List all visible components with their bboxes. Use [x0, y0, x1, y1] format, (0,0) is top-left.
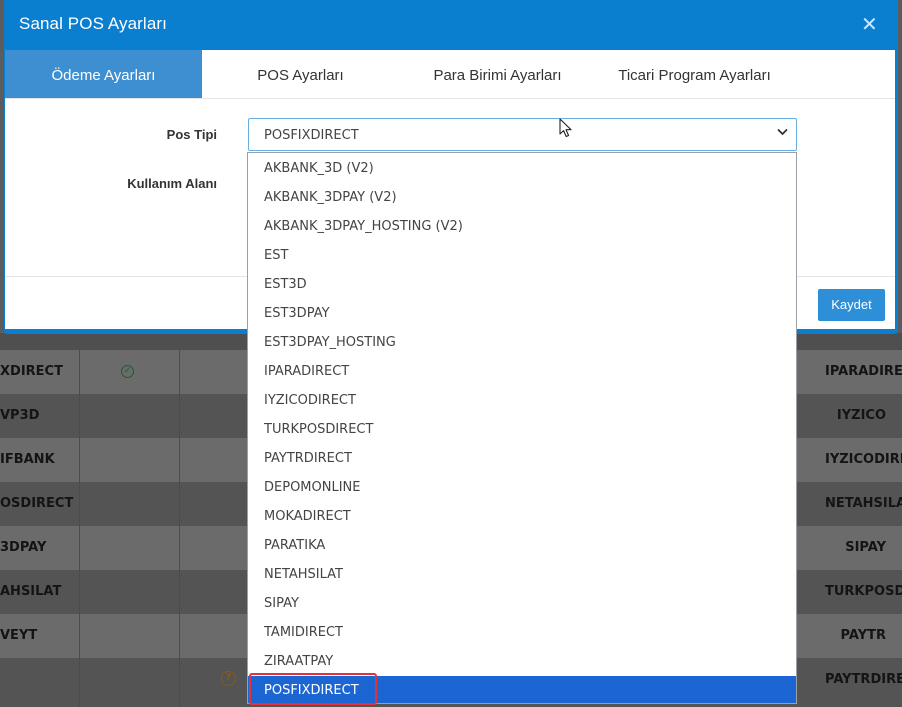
table-cell-left: OSDIRECT — [0, 496, 74, 511]
dropdown-option[interactable]: ZIRAATPAY — [248, 647, 796, 676]
dropdown-option[interactable]: DEPOMONLINE — [248, 473, 796, 502]
chevron-down-icon — [777, 125, 788, 139]
dropdown-option[interactable]: AKBANK_3DPAY_HOSTING (V2) — [248, 212, 796, 241]
dropdown-option[interactable]: EST3DPAY_HOSTING — [248, 328, 796, 357]
table-cell-left: VP3D — [0, 408, 40, 423]
table-cell-right: IYZICODIRECT — [825, 452, 902, 467]
close-icon[interactable]: ✕ — [861, 14, 878, 34]
dropdown-option[interactable]: IYZICODIRECT — [248, 386, 796, 415]
dropdown-option[interactable]: POSFIXDIRECT — [248, 676, 796, 703]
dropdown-option[interactable]: EST3D — [248, 270, 796, 299]
table-cell-right: IYZICO — [836, 408, 886, 423]
dropdown-option[interactable]: MOKADIRECT — [248, 502, 796, 531]
table-cell-left: VEYT — [0, 628, 38, 643]
pos-tipi-selected-value: POSFIXDIRECT — [264, 128, 359, 143]
dropdown-option[interactable]: EST3DPAY — [248, 299, 796, 328]
dropdown-option[interactable]: IPARADIRECT — [248, 357, 796, 386]
check-circle-icon: ✓ — [121, 365, 134, 378]
dropdown-option[interactable]: NETAHSILAT — [248, 560, 796, 589]
dropdown-option[interactable]: PARATIKA — [248, 531, 796, 560]
dropdown-option[interactable]: EST — [248, 241, 796, 270]
pos-tipi-label: Pos Tipi — [166, 127, 217, 142]
tab-para-birimi-ayarlari[interactable]: Para Birimi Ayarları — [399, 50, 596, 98]
table-cell-left: IFBANK — [0, 452, 55, 467]
dropdown-option[interactable]: SIPAY — [248, 589, 796, 618]
dropdown-option[interactable]: TURKPOSDIRECT — [248, 415, 796, 444]
table-cell-right: NETAHSILAT — [825, 496, 902, 511]
table-cell-right: IPARADIRECT — [825, 364, 902, 379]
table-cell-right: PAYTR — [840, 628, 886, 643]
modal-title: Sanal POS Ayarları — [19, 14, 167, 33]
tab-pos-ayarlari[interactable]: POS Ayarları — [202, 50, 399, 98]
table-cell-left: AHSILAT — [0, 584, 62, 599]
table-cell-left: 3DPAY — [0, 540, 47, 555]
kullanim-alani-label: Kullanım Alanı — [127, 176, 217, 191]
pos-tipi-dropdown-list: AKBANK_3D (V2) AKBANK_3DPAY (V2) AKBANK_3D… — [247, 152, 797, 704]
table-cell-left: XDIRECT — [0, 364, 63, 379]
dropdown-option[interactable]: TAMIDIRECT — [248, 618, 796, 647]
question-circle-icon[interactable]: ? — [221, 671, 236, 686]
save-button[interactable]: Kaydet — [818, 289, 885, 321]
settings-tabs: Ödeme Ayarları POS Ayarları Para Birimi … — [5, 50, 895, 99]
table-cell-right: PAYTRDIRECT — [825, 672, 902, 687]
table-cell-right: SIPAY — [845, 540, 886, 555]
dropdown-option[interactable]: AKBANK_3DPAY (V2) — [248, 183, 796, 212]
pos-tipi-select[interactable]: POSFIXDIRECT — [248, 118, 797, 151]
mouse-cursor-icon — [559, 118, 572, 138]
table-cell-right: TURKPOSDIRECT — [825, 584, 902, 599]
tab-ticari-program-ayarlari[interactable]: Ticari Program Ayarları — [596, 50, 793, 98]
table-cell-left — [0, 658, 78, 702]
tab-odeme-ayarlari[interactable]: Ödeme Ayarları — [5, 50, 202, 98]
dropdown-option[interactable]: PAYTRDIRECT — [248, 444, 796, 473]
dropdown-option[interactable]: AKBANK_3D (V2) — [248, 154, 796, 183]
